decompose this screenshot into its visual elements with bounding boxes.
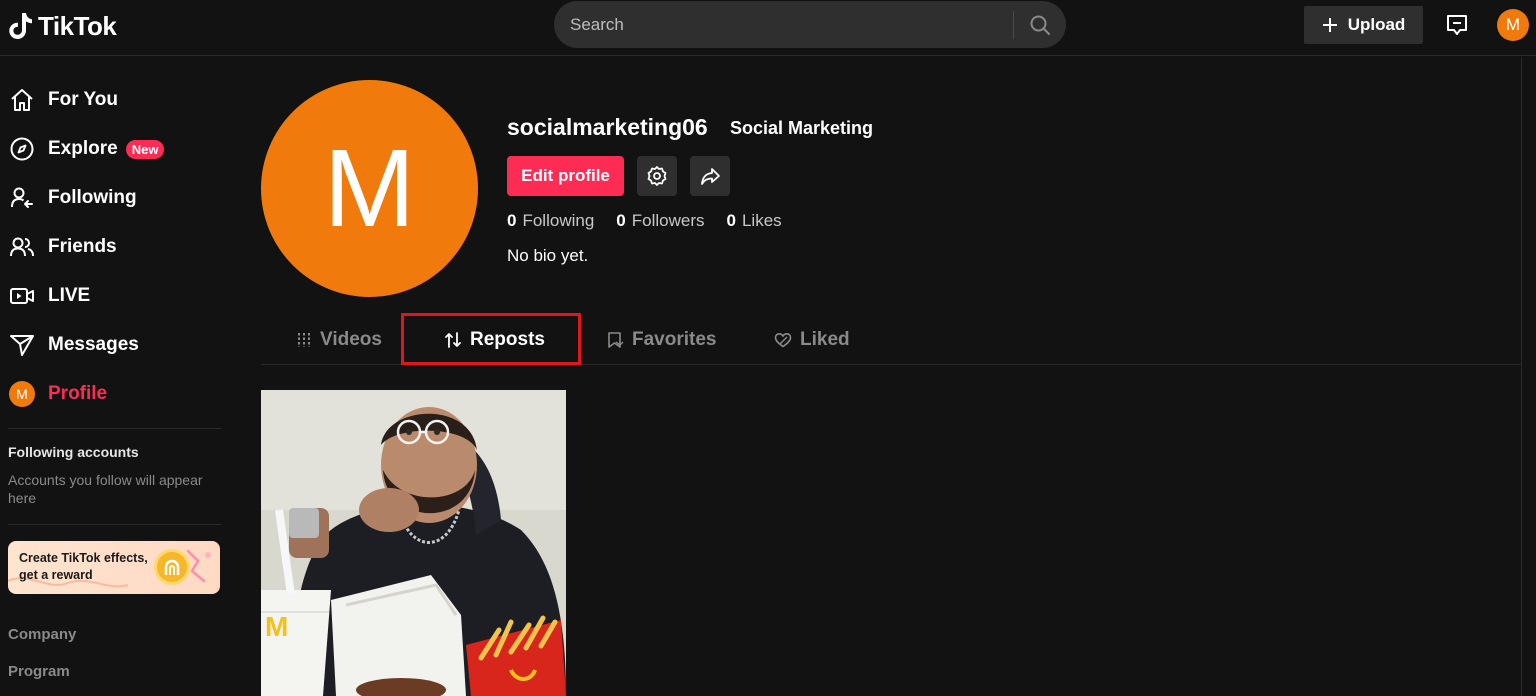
stat-likes[interactable]: 0 Likes	[727, 211, 782, 231]
sidebar-item-label: Messages	[48, 334, 139, 355]
settings-button[interactable]	[637, 156, 677, 196]
following-accounts-desc: Accounts you follow will appear here	[8, 472, 203, 506]
sidebar-item-for-you[interactable]: For You	[8, 80, 220, 120]
home-icon	[8, 86, 36, 114]
profile-bio: No bio yet.	[507, 246, 589, 265]
top-header: TikTok Upload M	[0, 0, 1536, 56]
stat-label: Followers	[631, 211, 705, 230]
sidebar-item-label: For You	[48, 89, 119, 110]
grid-icon	[298, 333, 310, 347]
stat-number: 0	[616, 211, 626, 230]
sidebar-item-label: LIVE	[48, 285, 91, 306]
sidebar-item-following[interactable]: Following	[8, 178, 220, 218]
inbox-icon	[1447, 15, 1467, 35]
tab-label: Reposts	[470, 329, 545, 350]
following-icon	[8, 184, 36, 212]
repost-video-thumbnail[interactable]: M	[261, 390, 566, 696]
effects-promo-text: Create TikTok effects, get a reward	[19, 551, 148, 582]
tab-videos[interactable]: Videos	[296, 316, 382, 364]
logo-text: TikTok	[38, 10, 117, 41]
effects-promo-card[interactable]: Create TikTok effects, get a reward	[8, 541, 220, 594]
sidebar-item-messages[interactable]: Messages	[8, 325, 220, 365]
footer-link-program[interactable]: Program	[8, 663, 70, 680]
upload-button[interactable]: Upload	[1304, 6, 1423, 44]
effect-house-coin-icon	[154, 549, 190, 585]
search-icon	[1030, 15, 1050, 35]
sidebar: For You Explore New Following Friends LI…	[0, 57, 228, 696]
search-button[interactable]	[1014, 1, 1066, 48]
share-icon	[701, 168, 720, 185]
profile-avatar-icon: M	[9, 381, 35, 407]
stat-following[interactable]: 0 Following	[507, 211, 594, 231]
sidebar-item-label: Profile	[48, 383, 108, 404]
tiktok-logo[interactable]: TikTok	[8, 10, 117, 42]
sidebar-scrollbar[interactable]	[1521, 57, 1522, 696]
sidebar-item-label: Explore	[48, 138, 118, 159]
sidebar-item-explore[interactable]: Explore New	[8, 129, 220, 169]
search-bar	[554, 1, 1066, 48]
profile-username: socialmarketing06	[507, 114, 708, 140]
profile-icon-wrap: M	[8, 380, 36, 408]
following-accounts-title: Following accounts	[8, 444, 139, 460]
sidebar-divider	[8, 428, 221, 429]
stat-label: Likes	[741, 211, 782, 230]
bookmark-icon	[608, 332, 624, 348]
tab-label: Videos	[320, 329, 382, 350]
compass-icon	[8, 135, 36, 163]
sidebar-item-label: Following	[48, 187, 137, 208]
video-thumbnail-image: M	[261, 390, 566, 696]
edit-profile-button[interactable]: Edit profile	[507, 156, 624, 196]
inbox-button[interactable]	[1444, 12, 1470, 38]
messages-icon	[8, 331, 36, 359]
tab-liked[interactable]: Liked	[774, 316, 850, 364]
sidebar-divider	[8, 524, 221, 525]
profile-tabs: Videos Reposts Favorites Liked	[261, 316, 1521, 365]
tab-reposts[interactable]: Reposts	[444, 316, 545, 364]
live-icon	[8, 282, 36, 310]
stat-number: 0	[507, 211, 517, 230]
stat-number: 0	[726, 211, 736, 230]
stat-label: Following	[522, 211, 595, 230]
profile-avatar: M	[261, 80, 478, 297]
tiktok-note-icon	[9, 13, 33, 39]
share-profile-button[interactable]	[690, 156, 730, 196]
heart-icon	[774, 332, 792, 348]
search-input[interactable]	[554, 1, 1013, 48]
friends-icon	[8, 233, 36, 261]
new-badge: New	[125, 139, 165, 159]
repost-icon	[445, 332, 461, 348]
gear-icon	[647, 166, 667, 186]
upload-label: Upload	[1347, 15, 1406, 34]
sidebar-item-friends[interactable]: Friends	[8, 227, 220, 267]
header-avatar[interactable]: M	[1497, 9, 1529, 41]
profile-display-name: Social Marketing	[730, 118, 874, 138]
sidebar-item-profile[interactable]: M Profile	[8, 374, 220, 414]
tab-label: Favorites	[632, 329, 717, 350]
footer-link-company[interactable]: Company	[8, 626, 76, 643]
tab-favorites[interactable]: Favorites	[606, 316, 716, 364]
sidebar-item-label: Friends	[48, 236, 117, 257]
tab-label: Liked	[800, 329, 850, 350]
plus-icon	[1322, 18, 1337, 32]
sidebar-item-live[interactable]: LIVE	[8, 276, 220, 316]
stat-followers[interactable]: 0 Followers	[616, 211, 704, 231]
profile-stats: 0 Following 0 Followers 0 Likes	[507, 211, 782, 231]
svg-text:M: M	[265, 611, 288, 642]
